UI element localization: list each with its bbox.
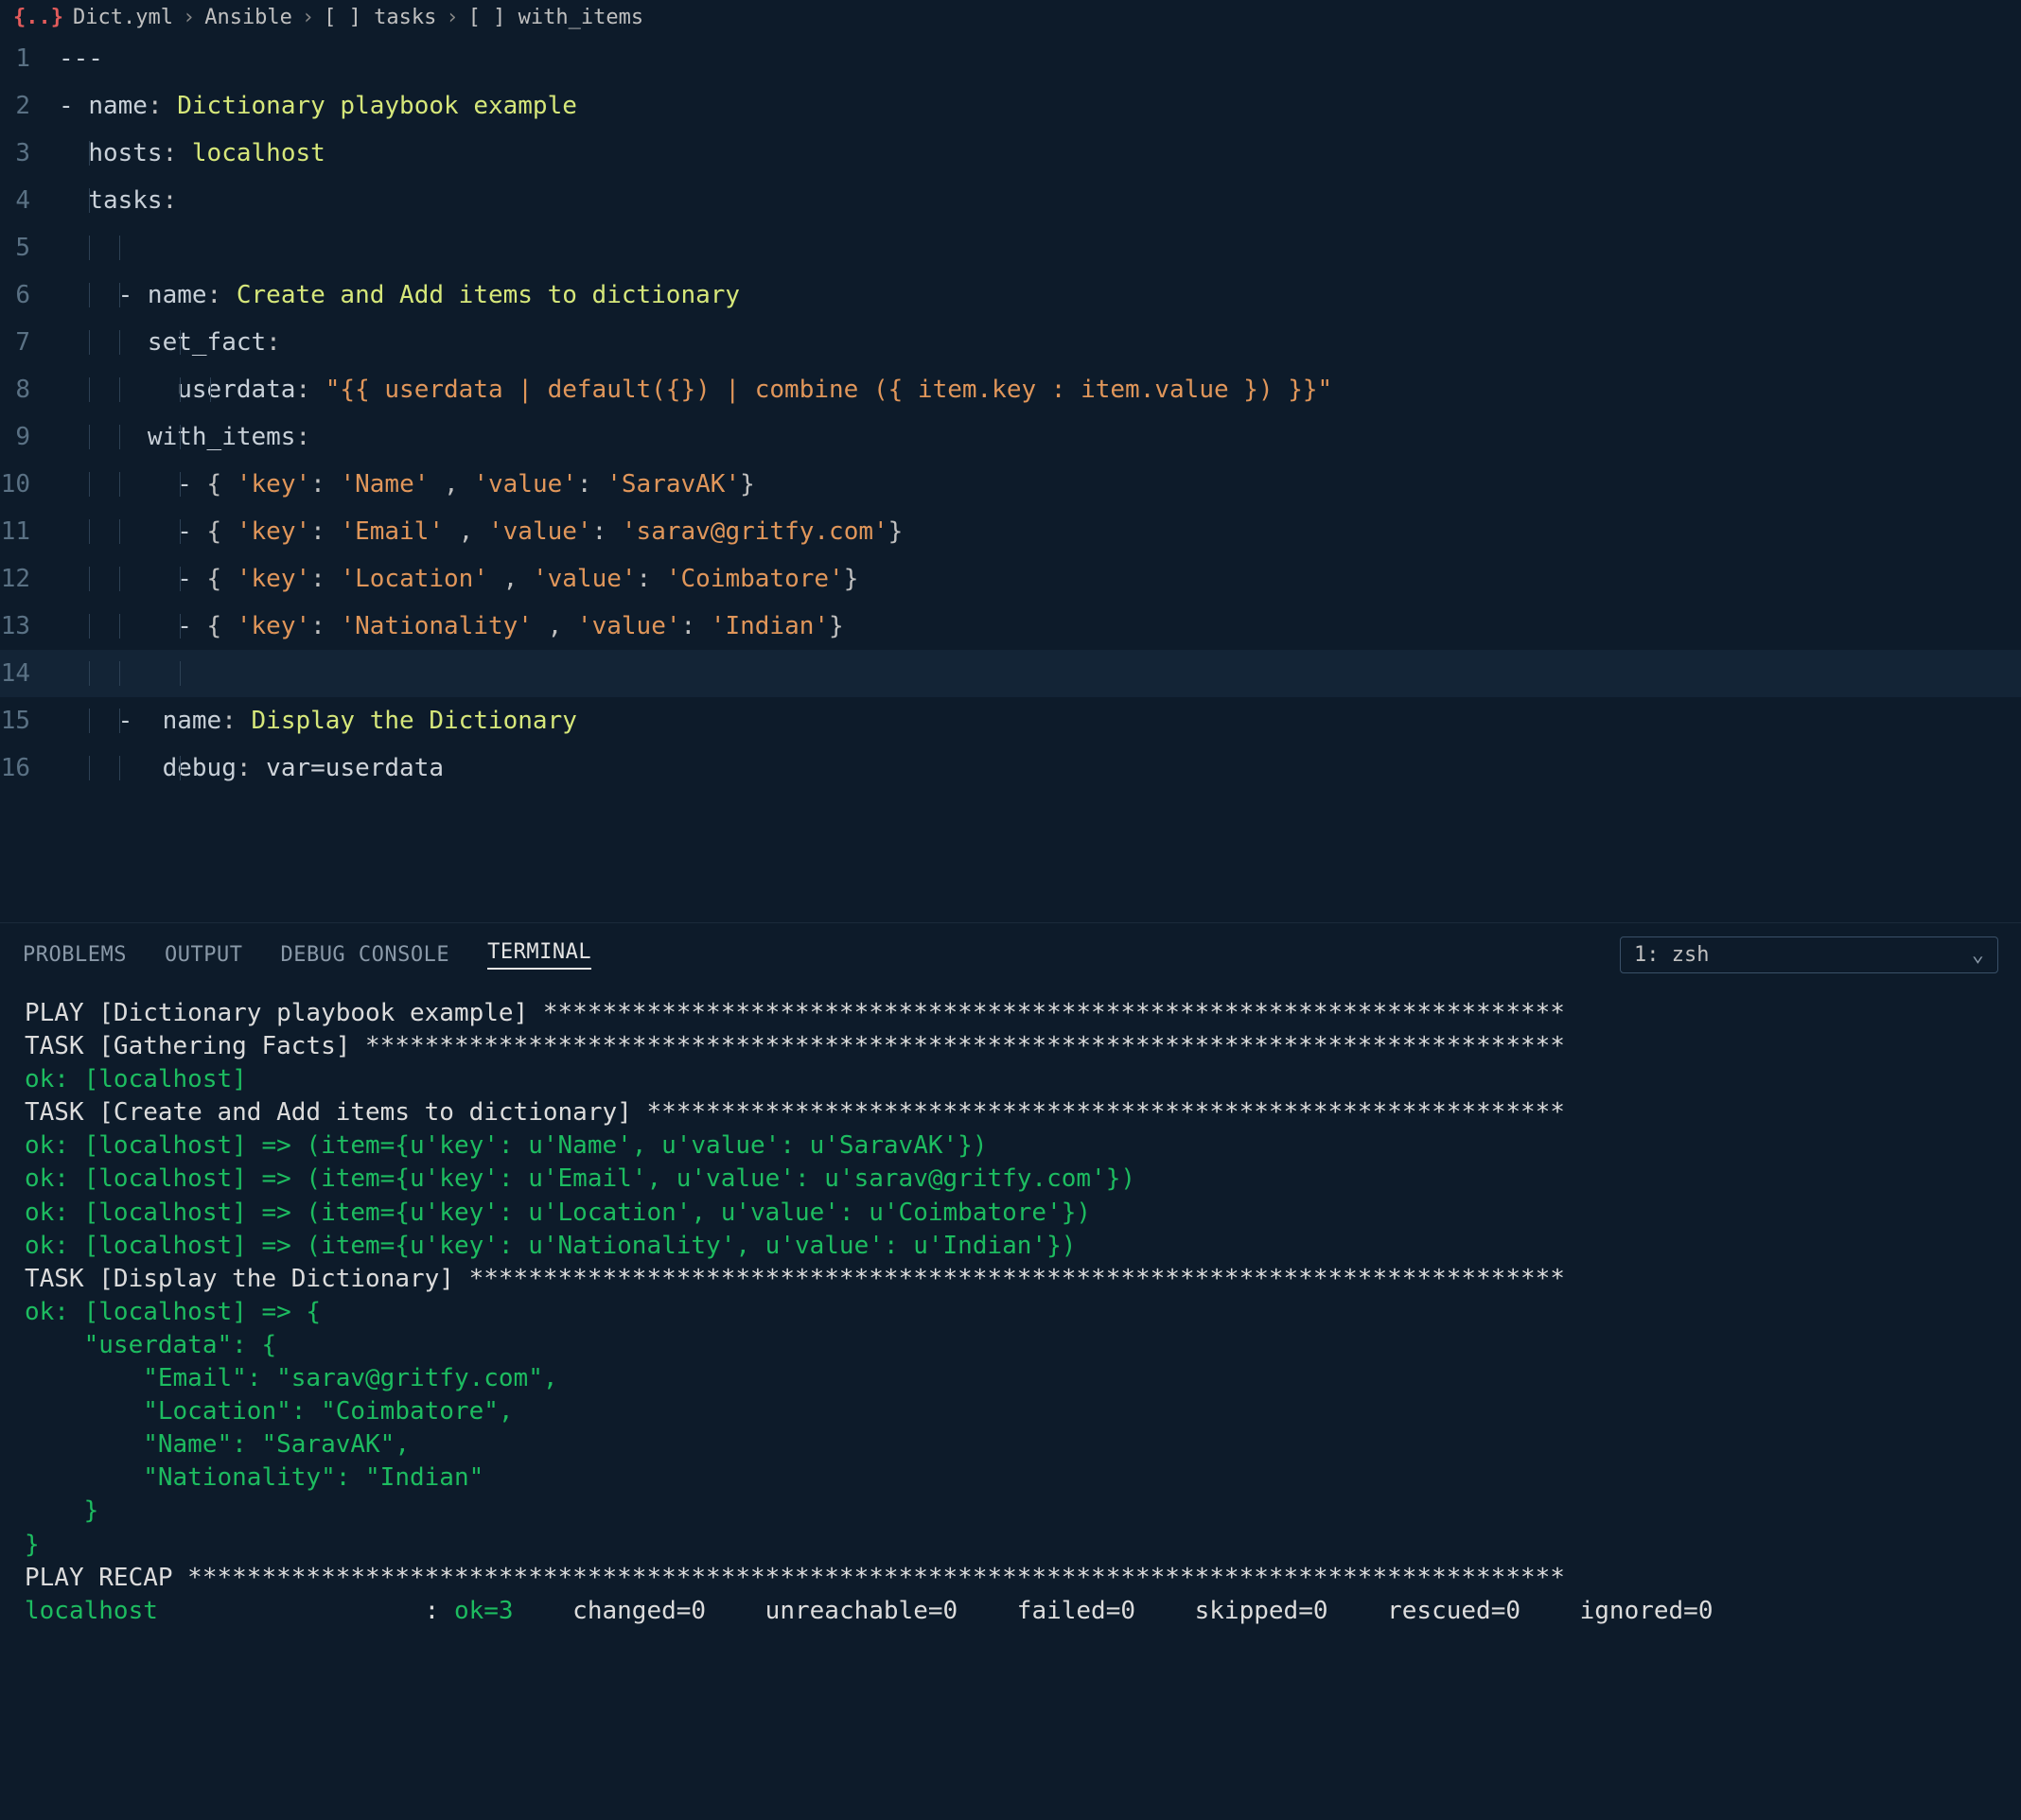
line-content: - { 'key': 'Email' , 'value': 'sarav@gri…	[59, 519, 903, 544]
breadcrumb-part-2[interactable]: [ ] with_items	[468, 6, 643, 29]
line-content: - { 'key': 'Location' , 'value': 'Coimba…	[59, 567, 858, 591]
line-number: 11	[0, 517, 59, 546]
tab-terminal[interactable]: TERMINAL	[487, 940, 591, 970]
terminal-line: ok: [localhost] => (item={u'key': u'Emai…	[25, 1163, 1996, 1196]
terminal-line: ok: [localhost] => (item={u'key': u'Name…	[25, 1129, 1996, 1163]
code-line[interactable]: 4 tasks:	[0, 177, 2021, 224]
code-line[interactable]: 10 - { 'key': 'Name' , 'value': 'SaravAK…	[0, 461, 2021, 508]
line-content: - { 'key': 'Nationality' , 'value': 'Ind…	[59, 614, 844, 639]
app: {..} Dict.yml › Ansible › [ ] tasks › [ …	[0, 0, 2021, 1820]
terminal-line: TASK [Display the Dictionary] **********…	[25, 1263, 1996, 1296]
line-content: debug: var=userdata	[59, 756, 444, 780]
breadcrumb-sep: ›	[302, 6, 314, 29]
line-number: 2	[0, 92, 59, 120]
tab-output[interactable]: OUTPUT	[165, 943, 242, 967]
line-content: hosts: localhost	[59, 141, 325, 166]
line-number: 10	[0, 470, 59, 499]
terminal-line: ok: [localhost] => (item={u'key': u'Nati…	[25, 1230, 1996, 1263]
line-number: 14	[0, 659, 59, 688]
line-content: userdata: "{{ userdata | default({}) | c…	[59, 377, 1332, 402]
code-line[interactable]: 15 - name: Display the Dictionary	[0, 697, 2021, 744]
code-line[interactable]: 6 - name: Create and Add items to dictio…	[0, 271, 2021, 319]
code-line[interactable]: 2- name: Dictionary playbook example	[0, 82, 2021, 130]
code-line[interactable]: 9 with_items:	[0, 413, 2021, 461]
tab-debug-console[interactable]: DEBUG CONSOLE	[280, 943, 449, 967]
line-number: 4	[0, 186, 59, 215]
terminal-line: ok: [localhost] => {	[25, 1296, 1996, 1329]
code-line[interactable]: 12 - { 'key': 'Location' , 'value': 'Coi…	[0, 555, 2021, 603]
terminal-line: "Nationality": "Indian"	[25, 1461, 1996, 1495]
breadcrumb-file[interactable]: Dict.yml	[73, 6, 173, 29]
line-content: - { 'key': 'Name' , 'value': 'SaravAK'}	[59, 472, 755, 497]
line-content: - name: Dictionary playbook example	[59, 94, 577, 118]
breadcrumb: {..} Dict.yml › Ansible › [ ] tasks › [ …	[0, 0, 2021, 35]
tab-problems[interactable]: PROBLEMS	[23, 943, 127, 967]
line-content	[59, 661, 88, 686]
line-number: 1	[0, 44, 59, 73]
code-line[interactable]: 5	[0, 224, 2021, 271]
terminal-select[interactable]: 1: zsh ⌄	[1620, 936, 1998, 973]
terminal-line: ok: [localhost] => (item={u'key': u'Loca…	[25, 1197, 1996, 1230]
terminal-line: PLAY [Dictionary playbook example] *****…	[25, 997, 1996, 1030]
line-number: 7	[0, 328, 59, 357]
line-number: 3	[0, 139, 59, 167]
code-line[interactable]: 14	[0, 650, 2021, 697]
code-line[interactable]: 16 debug: var=userdata	[0, 744, 2021, 792]
code-line[interactable]: 7 set_fact:	[0, 319, 2021, 366]
line-number: 12	[0, 565, 59, 593]
line-number: 16	[0, 754, 59, 782]
terminal-line: PLAY RECAP *****************************…	[25, 1562, 1996, 1595]
code-line[interactable]: 8 userdata: "{{ userdata | default({}) |…	[0, 366, 2021, 413]
file-icon: {..}	[13, 6, 63, 29]
terminal-line: ok: [localhost]	[25, 1063, 1996, 1096]
breadcrumb-sep: ›	[183, 6, 195, 29]
terminal-line: "Location": "Coimbatore",	[25, 1395, 1996, 1428]
breadcrumb-sep: ›	[446, 6, 458, 29]
breadcrumb-part-0[interactable]: Ansible	[204, 6, 292, 29]
code-editor[interactable]: 1---2- name: Dictionary playbook example…	[0, 35, 2021, 922]
terminal-line: localhost : ok=3 changed=0 unreachable=0…	[25, 1595, 1996, 1628]
bottom-panel: PROBLEMS OUTPUT DEBUG CONSOLE TERMINAL 1…	[0, 922, 2021, 1820]
terminal-line: "Name": "SaravAK",	[25, 1428, 1996, 1461]
panel-tabs: PROBLEMS OUTPUT DEBUG CONSOLE TERMINAL 1…	[0, 923, 2021, 986]
line-number: 9	[0, 423, 59, 451]
terminal-line: }	[25, 1529, 1996, 1562]
terminal-line: TASK [Gathering Facts] *****************…	[25, 1030, 1996, 1063]
line-content	[59, 236, 88, 260]
code-line[interactable]: 13 - { 'key': 'Nationality' , 'value': '…	[0, 603, 2021, 650]
line-number: 6	[0, 281, 59, 309]
chevron-down-icon: ⌄	[1972, 943, 1984, 967]
line-content: - name: Display the Dictionary	[59, 709, 577, 733]
breadcrumb-part-1[interactable]: [ ] tasks	[324, 6, 436, 29]
line-content: set_fact:	[59, 330, 281, 355]
line-number: 15	[0, 707, 59, 735]
code-line[interactable]: 11 - { 'key': 'Email' , 'value': 'sarav@…	[0, 508, 2021, 555]
line-content: with_items:	[59, 425, 310, 449]
terminal-line: }	[25, 1495, 1996, 1528]
terminal-line: "Email": "sarav@gritfy.com",	[25, 1362, 1996, 1395]
terminal-output[interactable]: PLAY [Dictionary playbook example] *****…	[0, 986, 2021, 1820]
line-content: ---	[59, 46, 103, 71]
line-number: 8	[0, 376, 59, 404]
code-line[interactable]: 3 hosts: localhost	[0, 130, 2021, 177]
code-line[interactable]: 1---	[0, 35, 2021, 82]
line-content: tasks:	[59, 188, 177, 213]
line-number: 13	[0, 612, 59, 640]
line-content: - name: Create and Add items to dictiona…	[59, 283, 740, 307]
line-number: 5	[0, 234, 59, 262]
terminal-line: "userdata": {	[25, 1329, 1996, 1362]
terminal-select-value: 1: zsh	[1634, 943, 1709, 967]
terminal-line: TASK [Create and Add items to dictionary…	[25, 1096, 1996, 1129]
